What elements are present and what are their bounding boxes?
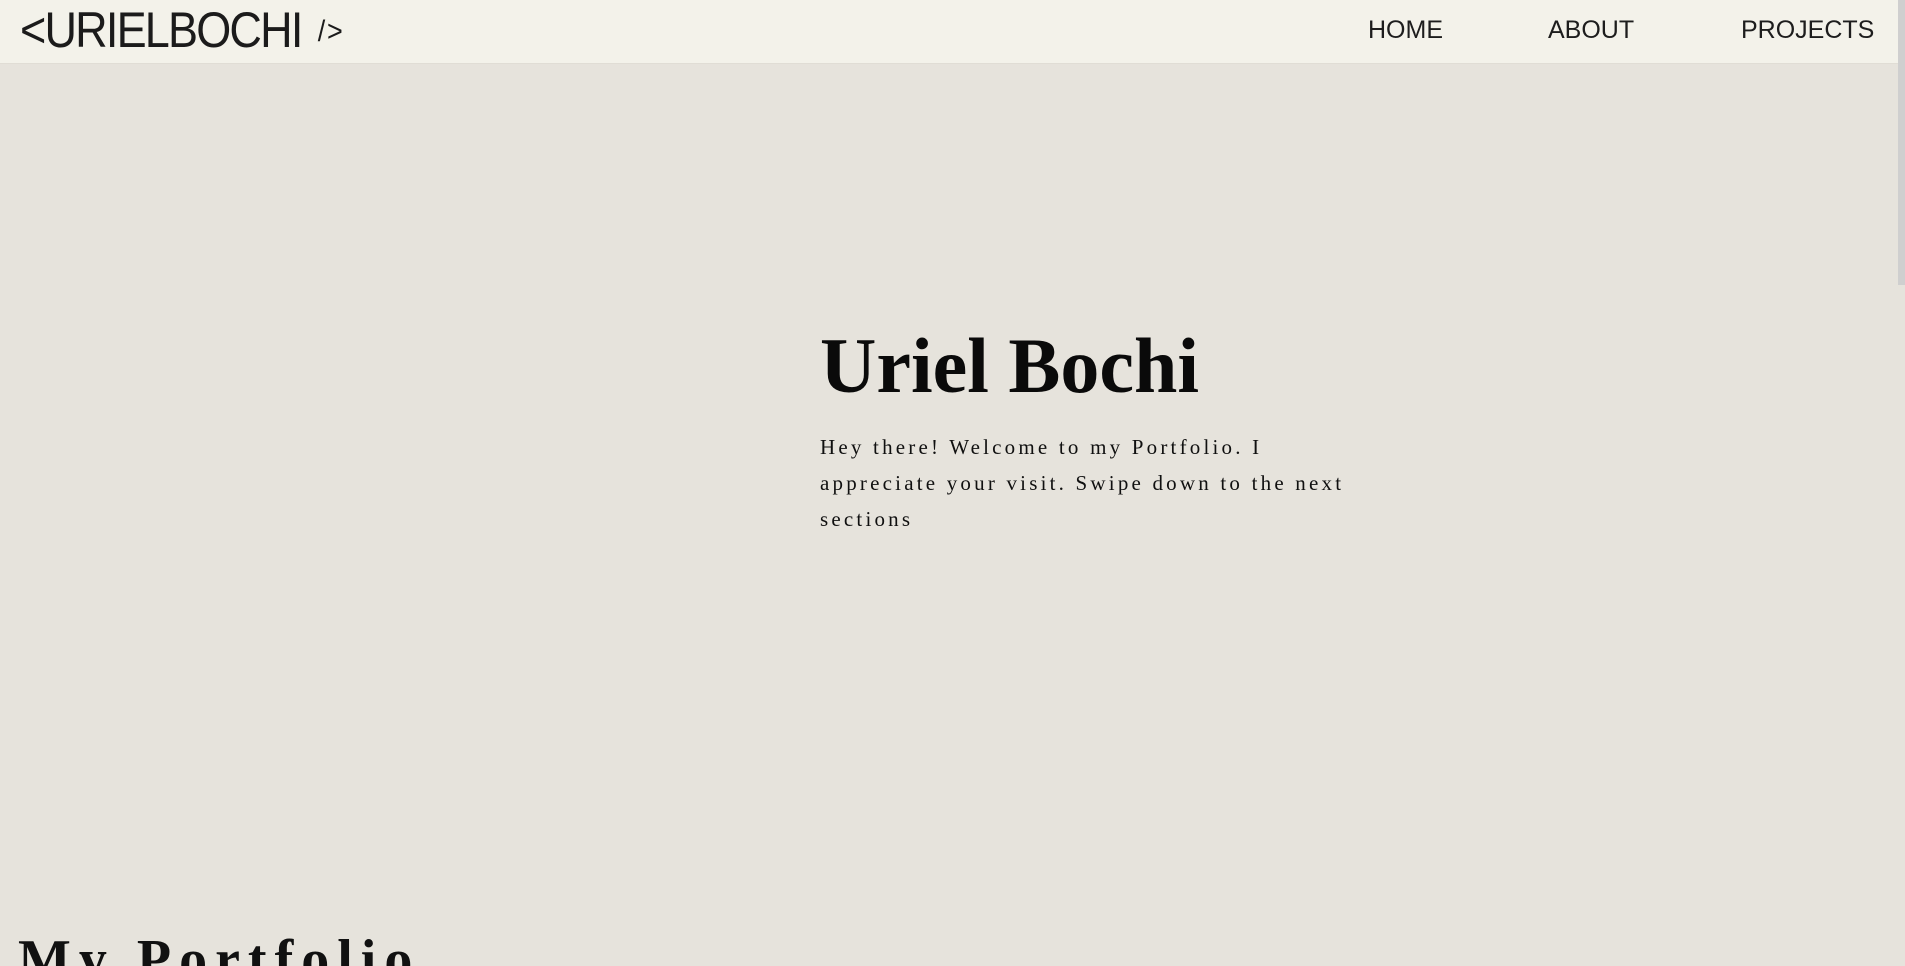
portfolio-page: <URIELBOCHI /> HOME ABOUT PROJECTS Uriel …: [0, 0, 1905, 966]
hero-description: Hey there! Welcome to my Portfolio. I ap…: [820, 435, 1345, 531]
vertical-scrollbar[interactable]: [1898, 0, 1905, 966]
site-logo[interactable]: <URIELBOCHI />: [20, 0, 345, 60]
logo-suffix: />: [317, 15, 345, 48]
portfolio-section-title: My Portfolio: [18, 929, 421, 966]
top-navigation-bar: <URIELBOCHI /> HOME ABOUT PROJECTS: [0, 0, 1905, 64]
scrollbar-thumb[interactable]: [1898, 0, 1905, 285]
nav-home-link[interactable]: HOME: [1368, 0, 1443, 60]
nav-about-link[interactable]: ABOUT: [1548, 0, 1634, 60]
logo-text: <URIELBOCHI: [20, 2, 303, 58]
nav-projects-link[interactable]: PROJECTS: [1741, 0, 1874, 60]
hero-title: Uriel Bochi: [820, 322, 1200, 410]
